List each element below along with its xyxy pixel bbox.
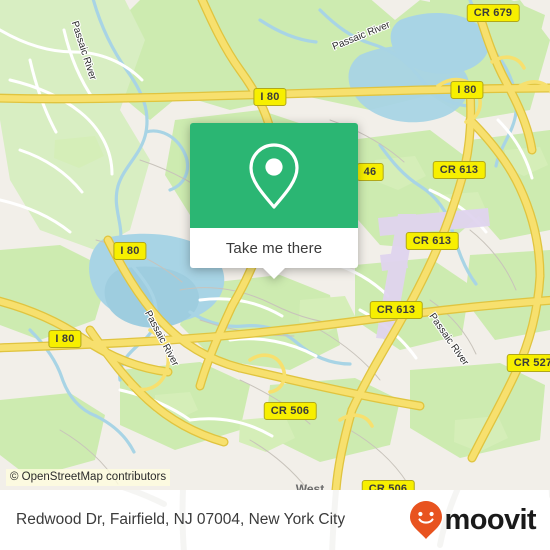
road-shield[interactable]: CR 506 [361,480,415,490]
osm-attribution[interactable]: © OpenStreetMap contributors [6,469,171,486]
moovit-logo[interactable]: moovit [409,500,537,540]
popup-footer[interactable]: Take me there [190,228,358,279]
road-shield[interactable]: CR 613 [369,301,423,319]
road-shield[interactable]: I 80 [253,88,287,106]
map-popup-card[interactable]: Take me there [190,123,358,279]
road-shield[interactable]: I 80 [48,330,82,348]
take-me-there-label: Take me there [225,239,323,257]
road-shield[interactable]: CR 506 [263,402,317,420]
road-shield[interactable]: I 80 [113,242,147,260]
road-shield[interactable]: CR 679 [466,4,520,22]
moovit-wordmark: moovit [444,503,537,536]
moovit-map-screen: CR 679 I 80 I 80 46 CR 613 CR 613 CR 613… [0,0,550,550]
address-text: Redwood Dr, Fairfield, NJ 07004, New Yor… [16,511,346,528]
popup-tail-arrow [263,268,285,279]
road-shield[interactable]: CR 527 [506,354,550,372]
road-shield[interactable]: 46 [356,163,384,181]
moovit-pin-icon [409,501,442,539]
popup-header [190,123,358,228]
road-shield[interactable]: CR 613 [405,232,459,250]
footer-bar: Redwood Dr, Fairfield, NJ 07004, New Yor… [0,490,550,550]
map-canvas[interactable]: CR 679 I 80 I 80 46 CR 613 CR 613 CR 613… [0,0,550,490]
place-label: West [295,482,325,490]
road-shield[interactable]: CR 613 [432,161,486,179]
road-shield[interactable]: I 80 [450,81,484,99]
location-pin-icon [249,142,299,209]
